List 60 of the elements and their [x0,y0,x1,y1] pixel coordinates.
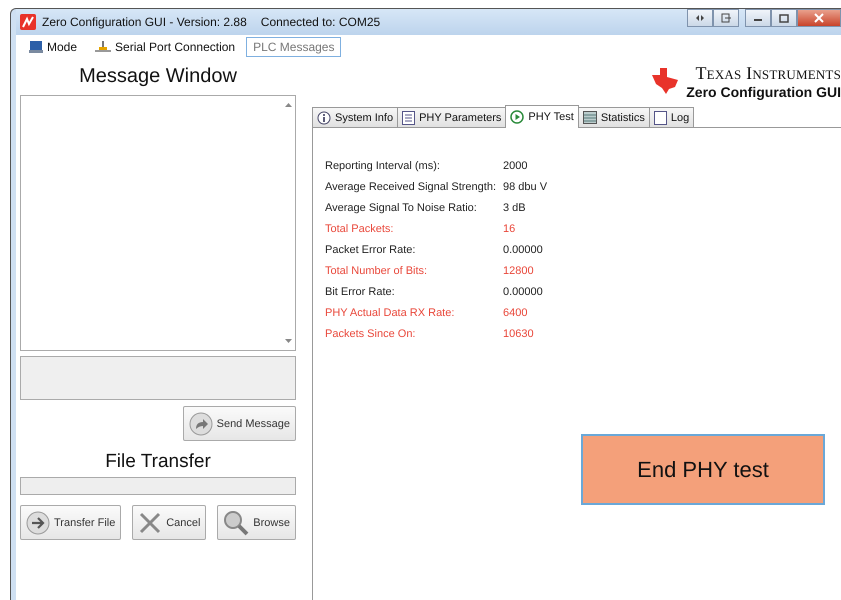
close-icon [813,13,825,23]
field-label: Total Packets: [325,223,394,235]
end-test-button[interactable]: End PHY test [581,434,825,505]
menu-item[interactable]: Serial Port Connection [88,37,242,57]
field-label: Average Received Signal Strength: [325,181,498,193]
maximize-button[interactable] [771,9,797,27]
tab[interactable]: Log [648,107,694,127]
close-button[interactable] [797,9,841,27]
exit-icon [721,13,731,23]
field-value: 98 dbu V [503,181,548,193]
tab[interactable]: PHY Parameters [397,107,506,127]
connection-status: Connected to: COM25 [260,15,380,29]
page-icon [654,110,667,124]
window-title: Zero Configuration GUI - Version: 2.88 [42,15,247,29]
field-value: 0.00000 [503,286,544,298]
tab[interactable]: PHY Test [505,105,579,128]
field-value: 3 dB [503,202,527,214]
section-title: File Transfer [104,451,212,473]
file-button[interactable]: Cancel [132,505,206,540]
minimize-button[interactable] [745,9,771,27]
logo-subtitle: Zero Configuration GUI [686,84,841,100]
section-title: Message Window [78,65,238,88]
exit-button[interactable] [713,9,739,27]
field-value: 12800 [503,265,535,277]
info-icon [317,110,331,124]
table-icon [582,111,597,124]
tab[interactable]: System Info [312,107,398,127]
field-value: 0.00000 [503,244,544,256]
field-label: Total Number of Bits: [325,265,428,277]
field-value: 2000 [503,160,528,172]
plug-icon [95,41,112,53]
field-value: 10630 [503,328,535,340]
field-label: Bit Error Rate: [325,286,396,298]
document-icon [402,110,416,124]
field-label: Reporting Interval (ms): [325,160,441,172]
monitor-icon [29,41,43,53]
field-label: Packet Error Rate: [325,244,416,256]
brand-name: Texas Instruments [695,62,841,84]
field-value: 16 [503,223,516,235]
field-value: 6400 [503,307,528,319]
file-button[interactable]: Transfer File [20,505,122,540]
field-label: Average Signal To Noise Ratio: [325,202,478,214]
state-map-logo-icon [650,67,680,95]
field-label: PHY Actual Data RX Rate: [325,307,456,319]
scroll-down-icon[interactable] [284,339,292,343]
maximize-icon [779,14,789,22]
send-message-button[interactable]: Send Message [182,406,296,441]
play-icon [510,110,524,124]
file-button[interactable]: Browse [217,505,296,540]
cross-icon [138,510,162,534]
tab[interactable]: Statistics [578,107,650,127]
app-icon [20,14,36,30]
scroll-up-icon[interactable] [284,103,292,107]
field-label: Packets Since On: [325,328,416,340]
search-icon [223,510,250,536]
menu-item[interactable]: Mode [22,37,84,57]
message-input-field[interactable] [20,356,296,400]
code-button[interactable] [687,9,713,27]
code-icon [695,14,705,22]
menu-item[interactable]: PLC Messages [246,37,342,57]
